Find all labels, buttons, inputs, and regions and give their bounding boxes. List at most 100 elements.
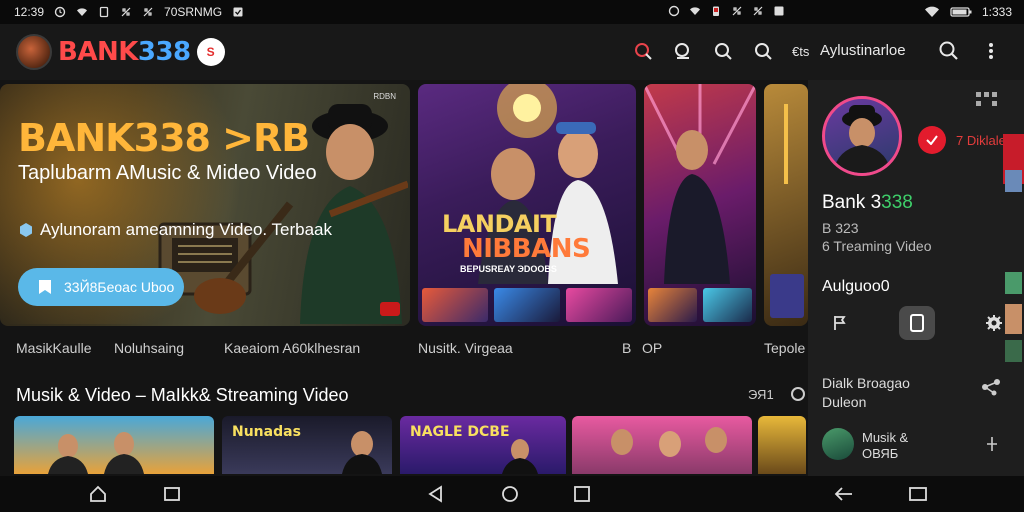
mini-thumb[interactable] [494,288,560,322]
system-nav-bar [0,476,1024,512]
alarm-icon [668,5,680,17]
hero-brand: BANK338 >RB [18,116,310,160]
concert-thumbstrip [648,288,752,322]
recents-icon[interactable] [572,484,592,504]
app-logo[interactable]: BANK338 S [16,34,225,70]
fourth-card-label[interactable]: Tepole [764,340,805,358]
logo-text-blue: 338 [137,37,191,67]
app-header: BANK338 S €ts Aylustinarloe [0,24,1024,80]
video-thumb[interactable] [572,416,752,474]
grid-icon[interactable] [974,90,1000,115]
notification-icon [143,7,153,17]
status-label: 70SRNMG [164,5,223,19]
video-thumb[interactable] [14,416,214,474]
hero-play-button[interactable]: 33Й8Бeoac Uboo [18,268,184,306]
mini-thumb[interactable] [648,288,697,322]
status-battery: 1:333 [981,5,1012,19]
app-icon [774,6,784,16]
panel-list-item[interactable]: Dialk Broagao Duleon [822,374,910,412]
flag-icon[interactable] [822,306,858,340]
search-icon[interactable] [752,40,774,62]
panel-list-item[interactable]: Musik & ОВЯБ [862,430,908,462]
hero-tag: RDBN [373,92,396,101]
wifi-icon [690,7,700,15]
video-thumb-image [502,439,538,474]
section-controls: ЭЯ1 [748,386,806,402]
featured-label[interactable]: Nusitk. Virgeaa [418,340,513,358]
channel-panel: 7 Diklale Bank 3338 В 323 6 Treaming Vid… [808,80,1024,476]
back-icon[interactable] [834,484,854,504]
hero-banner[interactable]: BANK338 >RB Taplubarm AMusic & Mideo Vid… [0,84,410,326]
logo-avatar-icon [16,34,52,70]
section-title: Musik & Video – MaIkk& Streaming Video [16,385,349,405]
featured-title-2: NIBBANS [462,234,591,264]
cast-icon[interactable] [632,40,654,62]
featured-card[interactable]: LANDAIT NIBBANS BEPUSREAY ЭDOOBS [418,84,636,326]
partial-card-artwork [770,104,804,318]
share-icon[interactable] [980,378,1002,401]
kebab-icon[interactable] [986,40,996,67]
equalizer-icon[interactable] [984,436,1000,457]
video-thumb[interactable]: Nunadas [222,416,392,474]
circle-icon[interactable] [790,386,806,402]
search-icon[interactable] [672,40,694,62]
list-avatar[interactable] [822,428,854,460]
search-icon[interactable] [938,40,960,67]
recents-icon[interactable] [162,484,182,504]
edge-thumbnails [1003,134,1024,362]
home-icon[interactable] [88,484,108,504]
subscribe-label: 7 Diklale [956,132,1006,148]
panel-item-subtitle: ОВЯБ [862,446,899,461]
status-time: 12:39 [14,5,45,19]
panel-item-title: Musik & [862,430,909,445]
hero-tagline: Aylunoram ameamning Video. Terbaak [18,220,332,240]
notification-icon [121,7,131,17]
svg-text:€ts: €ts [792,44,810,58]
subscribe-button[interactable]: 7 Diklale [918,126,1006,154]
channel-name-green: 338 [881,192,913,213]
section-ctrl-label[interactable]: ЭЯ1 [748,387,774,402]
sim-icon [99,6,109,18]
user-name[interactable]: Aylustinarloe [820,42,906,59]
record-icon [380,302,400,316]
search-icon[interactable] [712,40,734,62]
concert-card[interactable] [644,84,756,326]
mini-thumb[interactable] [422,288,488,322]
hero-label[interactable]: Noluhsaing [114,340,184,358]
channel-avatar[interactable] [822,96,902,176]
channel-count: В 323 [822,220,859,236]
hero-label[interactable]: MasikKaulle [16,340,91,358]
mini-thumb[interactable] [703,288,752,322]
hero-tagline-text: Aylunoram ameamning Video. Terbaak [40,220,333,239]
home-icon[interactable] [500,484,520,504]
recents-icon[interactable] [908,484,928,504]
video-thumb-image [48,432,144,474]
video-thumb-image [342,431,382,474]
bookmark-icon[interactable] [899,306,935,340]
channel-description: 6 Treaming Video [822,238,932,254]
video-thumb[interactable]: NAGLE DCBE [400,416,566,474]
concert-artwork [644,84,756,284]
notification-icon [732,6,742,16]
channel-name-prefix: Bank 3 [822,192,882,213]
bookmark-icon [39,280,51,294]
panel-item-subtitle: Duleon [822,394,867,410]
hero-button-label: 33Й8Бeoac Uboo [64,279,175,295]
hero-label[interactable]: Kaeaiom A60klhesran [224,340,360,358]
featured-thumbstrip [422,288,632,322]
third-card-label[interactable]: B [622,340,631,358]
filter-icon[interactable]: €ts [792,40,814,62]
panel-tabs [822,306,1012,340]
partial-card[interactable] [764,84,808,326]
subscribe-icon [918,126,946,154]
status-bar: 12:39 70SRNMG 1:333 [0,0,1024,24]
panel-section-label: Aulguoo0 [822,278,890,295]
video-thumb[interactable] [758,416,806,474]
wifi-icon [924,6,939,18]
third-card-label-icon[interactable]: OP [642,340,662,358]
hero-subtitle: Taplubarm AMusic & Mideo Video [18,162,317,184]
logo-badge: S [196,38,225,66]
app-icon [233,7,243,17]
back-icon[interactable] [426,484,446,504]
mini-thumb[interactable] [566,288,632,322]
